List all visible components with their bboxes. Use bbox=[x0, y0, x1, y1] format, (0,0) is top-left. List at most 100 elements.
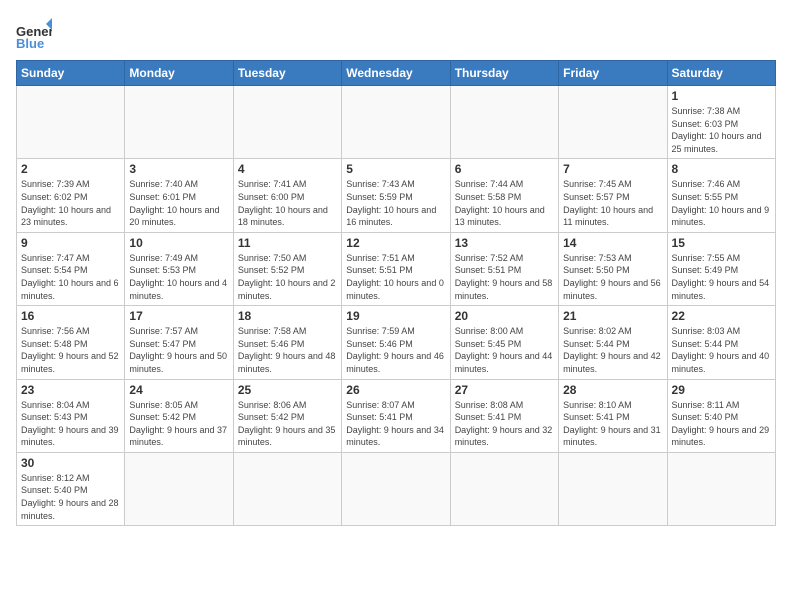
day-cell-8: 8Sunrise: 7:46 AMSunset: 5:55 PMDaylight… bbox=[667, 159, 775, 232]
calendar-row-3: 9 Sunrise: 7:47 AMSunset: 5:54 PMDaylight… bbox=[17, 232, 776, 305]
day-info-25: Sunrise: 8:06 AMSunset: 5:42 PMDaylight:… bbox=[238, 399, 337, 449]
calendar-row-5: 23Sunrise: 8:04 AMSunset: 5:43 PMDayligh… bbox=[17, 379, 776, 452]
day-info-22: Sunrise: 8:03 AMSunset: 5:44 PMDaylight:… bbox=[672, 325, 771, 375]
day-cell-4: 4Sunrise: 7:41 AMSunset: 6:00 PMDaylight… bbox=[233, 159, 341, 232]
day-number-16: 16 bbox=[21, 309, 120, 323]
day-number-9: 9 bbox=[21, 236, 120, 250]
day-info-12: Sunrise: 7:51 AMSunset: 5:51 PMDaylight:… bbox=[346, 252, 445, 302]
weekday-header-row: Sunday Monday Tuesday Wednesday Thursday… bbox=[17, 61, 776, 86]
day-number-6: 6 bbox=[455, 162, 554, 176]
empty-cell bbox=[17, 86, 125, 159]
day-number-30: 30 bbox=[21, 456, 120, 470]
day-cell-3: 3 Sunrise: 7:40 AMSunset: 6:01 PMDaylight… bbox=[125, 159, 233, 232]
empty-cell bbox=[125, 452, 233, 525]
day-info-23: Sunrise: 8:04 AMSunset: 5:43 PMDaylight:… bbox=[21, 399, 120, 449]
day-cell-18: 18Sunrise: 7:58 AMSunset: 5:46 PMDayligh… bbox=[233, 306, 341, 379]
page-header: General Blue bbox=[16, 16, 776, 52]
day-cell-19: 19 Sunrise: 7:59 AMSunset: 5:46 PMDayligh… bbox=[342, 306, 450, 379]
day-cell-25: 25 Sunrise: 8:06 AMSunset: 5:42 PMDayligh… bbox=[233, 379, 341, 452]
day-info-19: Sunrise: 7:59 AMSunset: 5:46 PMDaylight:… bbox=[346, 325, 445, 375]
empty-cell bbox=[667, 452, 775, 525]
day-cell-9: 9 Sunrise: 7:47 AMSunset: 5:54 PMDaylight… bbox=[17, 232, 125, 305]
day-cell-24: 24 Sunrise: 8:05 AMSunset: 5:42 PMDayligh… bbox=[125, 379, 233, 452]
day-info-14: Sunrise: 7:53 AMSunset: 5:50 PMDaylight:… bbox=[563, 252, 662, 302]
day-info-28: Sunrise: 8:10 AMSunset: 5:41 PMDaylight:… bbox=[563, 399, 662, 449]
logo: General Blue bbox=[16, 16, 52, 52]
day-cell-6: 6 Sunrise: 7:44 AMSunset: 5:58 PMDaylight… bbox=[450, 159, 558, 232]
calendar-row-2: 2Sunrise: 7:39 AMSunset: 6:02 PMDaylight… bbox=[17, 159, 776, 232]
day-info-6: Sunrise: 7:44 AMSunset: 5:58 PMDaylight:… bbox=[455, 178, 554, 228]
header-saturday: Saturday bbox=[667, 61, 775, 86]
day-cell-11: 11 Sunrise: 7:50 AMSunset: 5:52 PMDayligh… bbox=[233, 232, 341, 305]
day-info-11: Sunrise: 7:50 AMSunset: 5:52 PMDaylight:… bbox=[238, 252, 337, 302]
day-info-7: Sunrise: 7:45 AMSunset: 5:57 PMDaylight:… bbox=[563, 178, 662, 228]
day-number-26: 26 bbox=[346, 383, 445, 397]
day-info-26: Sunrise: 8:07 AMSunset: 5:41 PMDaylight:… bbox=[346, 399, 445, 449]
day-number-21: 21 bbox=[563, 309, 662, 323]
calendar-row-1: 1Sunrise: 7:38 AMSunset: 6:03 PMDaylight… bbox=[17, 86, 776, 159]
day-number-14: 14 bbox=[563, 236, 662, 250]
day-cell-28: 28 Sunrise: 8:10 AMSunset: 5:41 PMDayligh… bbox=[559, 379, 667, 452]
day-cell-15: 15 Sunrise: 7:55 AMSunset: 5:49 PMDayligh… bbox=[667, 232, 775, 305]
empty-cell bbox=[342, 452, 450, 525]
day-number-19: 19 bbox=[346, 309, 445, 323]
day-info-5: Sunrise: 7:43 AMSunset: 5:59 PMDaylight:… bbox=[346, 178, 445, 228]
day-cell-5: 5 Sunrise: 7:43 AMSunset: 5:59 PMDaylight… bbox=[342, 159, 450, 232]
day-number-12: 12 bbox=[346, 236, 445, 250]
day-cell-7: 7 Sunrise: 7:45 AMSunset: 5:57 PMDaylight… bbox=[559, 159, 667, 232]
header-friday: Friday bbox=[559, 61, 667, 86]
header-tuesday: Tuesday bbox=[233, 61, 341, 86]
day-info-17: Sunrise: 7:57 AMSunset: 5:47 PMDaylight:… bbox=[129, 325, 228, 375]
day-number-2: 2 bbox=[21, 162, 120, 176]
day-info-4: Sunrise: 7:41 AMSunset: 6:00 PMDaylight:… bbox=[238, 178, 337, 228]
day-number-22: 22 bbox=[672, 309, 771, 323]
svg-text:Blue: Blue bbox=[16, 36, 44, 51]
header-monday: Monday bbox=[125, 61, 233, 86]
day-number-20: 20 bbox=[455, 309, 554, 323]
day-number-13: 13 bbox=[455, 236, 554, 250]
day-cell-10: 10 Sunrise: 7:49 AMSunset: 5:53 PMDayligh… bbox=[125, 232, 233, 305]
empty-cell bbox=[125, 86, 233, 159]
day-info-20: Sunrise: 8:00 AMSunset: 5:45 PMDaylight:… bbox=[455, 325, 554, 375]
day-number-25: 25 bbox=[238, 383, 337, 397]
day-cell-27: 27Sunrise: 8:08 AMSunset: 5:41 PMDayligh… bbox=[450, 379, 558, 452]
day-cell-16: 16 Sunrise: 7:56 AMSunset: 5:48 PMDayligh… bbox=[17, 306, 125, 379]
day-number-17: 17 bbox=[129, 309, 228, 323]
day-number-24: 24 bbox=[129, 383, 228, 397]
day-number-3: 3 bbox=[129, 162, 228, 176]
day-cell-13: 13Sunrise: 7:52 AMSunset: 5:51 PMDayligh… bbox=[450, 232, 558, 305]
day-number-15: 15 bbox=[672, 236, 771, 250]
empty-cell bbox=[233, 86, 341, 159]
header-thursday: Thursday bbox=[450, 61, 558, 86]
day-cell-14: 14 Sunrise: 7:53 AMSunset: 5:50 PMDayligh… bbox=[559, 232, 667, 305]
day-info-10: Sunrise: 7:49 AMSunset: 5:53 PMDaylight:… bbox=[129, 252, 228, 302]
day-number-27: 27 bbox=[455, 383, 554, 397]
calendar-row-6: 30 Sunrise: 8:12 AMSunset: 5:40 PMDayligh… bbox=[17, 452, 776, 525]
day-cell-29: 29Sunrise: 8:11 AMSunset: 5:40 PMDayligh… bbox=[667, 379, 775, 452]
day-cell-23: 23Sunrise: 8:04 AMSunset: 5:43 PMDayligh… bbox=[17, 379, 125, 452]
empty-cell bbox=[450, 86, 558, 159]
day-number-10: 10 bbox=[129, 236, 228, 250]
day-number-11: 11 bbox=[238, 236, 337, 250]
header-wednesday: Wednesday bbox=[342, 61, 450, 86]
day-info-16: Sunrise: 7:56 AMSunset: 5:48 PMDaylight:… bbox=[21, 325, 120, 375]
day-info-30: Sunrise: 8:12 AMSunset: 5:40 PMDaylight:… bbox=[21, 472, 120, 522]
day-number-28: 28 bbox=[563, 383, 662, 397]
empty-cell bbox=[450, 452, 558, 525]
logo-icon: General Blue bbox=[16, 16, 52, 52]
day-number-7: 7 bbox=[563, 162, 662, 176]
empty-cell bbox=[559, 86, 667, 159]
day-number-8: 8 bbox=[672, 162, 771, 176]
day-cell-21: 21 Sunrise: 8:02 AMSunset: 5:44 PMDayligh… bbox=[559, 306, 667, 379]
day-info-21: Sunrise: 8:02 AMSunset: 5:44 PMDaylight:… bbox=[563, 325, 662, 375]
day-info-24: Sunrise: 8:05 AMSunset: 5:42 PMDaylight:… bbox=[129, 399, 228, 449]
day-number-5: 5 bbox=[346, 162, 445, 176]
day-info-15: Sunrise: 7:55 AMSunset: 5:49 PMDaylight:… bbox=[672, 252, 771, 302]
day-cell-26: 26 Sunrise: 8:07 AMSunset: 5:41 PMDayligh… bbox=[342, 379, 450, 452]
day-info-3: Sunrise: 7:40 AMSunset: 6:01 PMDaylight:… bbox=[129, 178, 228, 228]
day-number-18: 18 bbox=[238, 309, 337, 323]
day-info-9: Sunrise: 7:47 AMSunset: 5:54 PMDaylight:… bbox=[21, 252, 120, 302]
day-number-1: 1 bbox=[672, 89, 771, 103]
day-cell-30: 30 Sunrise: 8:12 AMSunset: 5:40 PMDayligh… bbox=[17, 452, 125, 525]
calendar: Sunday Monday Tuesday Wednesday Thursday… bbox=[16, 60, 776, 526]
